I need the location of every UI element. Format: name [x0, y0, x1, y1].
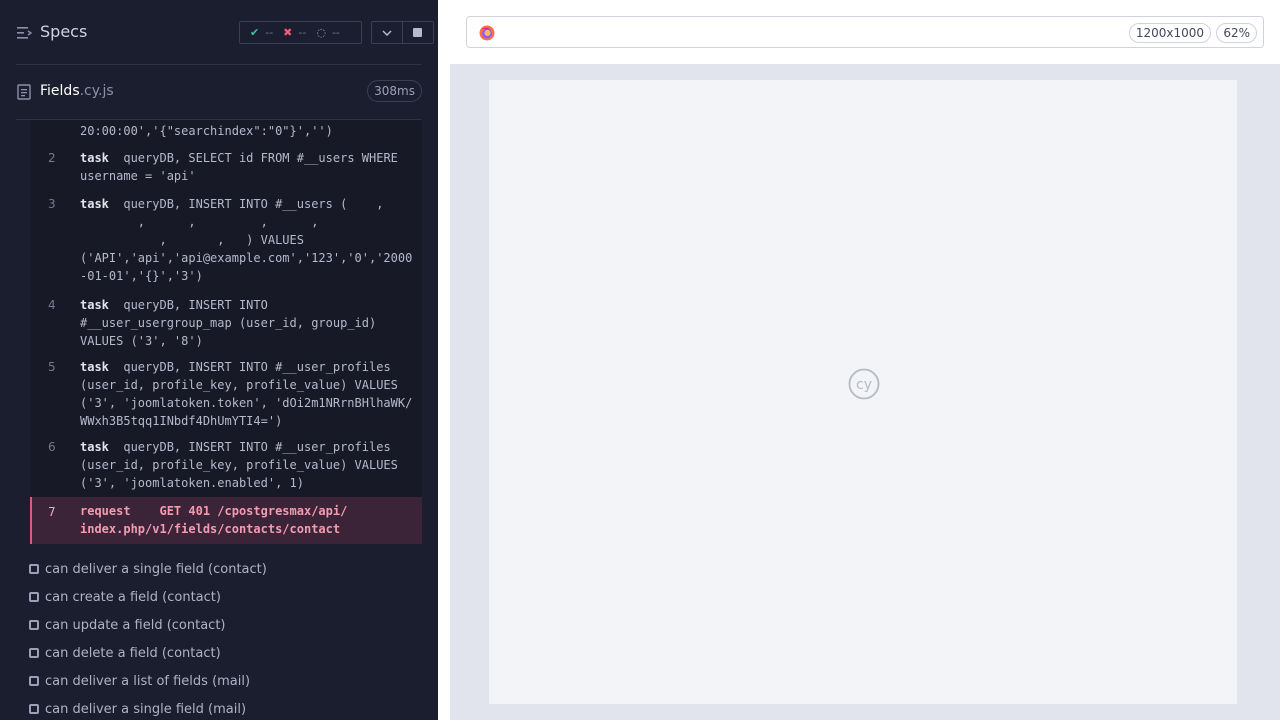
failed-command-row[interactable]: 7 request GET 401 /cpostgresmax/api/ ind… — [30, 497, 422, 544]
run-stats: ✔ -- ✖ -- ◌ -- — [239, 21, 362, 44]
pending-test-icon — [29, 648, 39, 658]
command-message: queryDB, INSERT INTO #__user_profiles (u… — [80, 360, 413, 428]
test-item[interactable]: can deliver a single field (contact) — [29, 559, 267, 579]
url-bar[interactable]: 1200x1000 62% — [466, 16, 1264, 48]
stop-icon — [413, 28, 423, 37]
command-text: task queryDB, INSERT INTO #__users ( , ,… — [80, 195, 420, 285]
command-message: queryDB, INSERT INTO #__user_usergroup_m… — [80, 298, 377, 348]
command-message: queryDB, SELECT id FROM #__users WHERE u… — [80, 151, 398, 183]
command-number: 6 — [48, 440, 56, 454]
spec-file-name: Fields.cy.js — [40, 83, 114, 99]
command-message: queryDB, INSERT INTO #__user_profiles (u… — [80, 440, 398, 490]
specs-list-icon[interactable] — [17, 26, 32, 40]
svg-text:cy: cy — [856, 377, 872, 393]
command-keyword: task — [80, 298, 109, 312]
pending-test-icon — [29, 564, 39, 574]
command-text: task queryDB, SELECT id FROM #__users WH… — [80, 149, 420, 185]
aut-iframe[interactable]: cy — [489, 80, 1237, 704]
spec-file-row[interactable]: Fields.cy.js 308ms — [0, 65, 438, 119]
viewport-size-badge[interactable]: 1200x1000 — [1128, 23, 1211, 43]
command-keyword: request — [80, 504, 131, 518]
test-item[interactable]: can update a field (contact) — [29, 615, 226, 635]
cross-icon: ✖ — [283, 26, 293, 39]
reporter-header: Specs ✔ -- ✖ -- ◌ -- — [0, 0, 438, 64]
pending-stat: ◌ -- — [316, 26, 340, 39]
panel-divider[interactable] — [438, 64, 450, 720]
test-item[interactable]: can deliver a single field (mail) — [29, 699, 246, 719]
command-text: task queryDB, INSERT INTO #__user_profil… — [80, 358, 420, 430]
test-title: can delete a field (contact) — [45, 645, 221, 661]
reporter-panel: Specs ✔ -- ✖ -- ◌ -- Fields.cy.js 308ms … — [0, 0, 438, 720]
spec-name-text: Fields — [40, 83, 80, 99]
command-message: queryDB, INSERT INTO #__users ( , , , , … — [80, 197, 413, 283]
command-text: request GET 401 /cpostgresmax/api/ index… — [80, 502, 420, 538]
command-keyword: task — [80, 440, 109, 454]
aut-panel: 1200x1000 62% cy — [438, 0, 1280, 720]
command-keyword: task — [80, 197, 109, 211]
firefox-icon[interactable] — [479, 25, 495, 41]
specs-title[interactable]: Specs — [40, 22, 87, 41]
test-title: can deliver a single field (mail) — [45, 701, 247, 717]
command-text: 20:00:00','{"searchindex":"0"}','') — [80, 122, 420, 140]
test-title: can deliver a list of fields (mail) — [45, 673, 251, 689]
passed-stat: ✔ -- — [250, 26, 273, 39]
check-icon: ✔ — [250, 26, 260, 39]
failed-count: -- — [298, 26, 307, 39]
command-number: 7 — [48, 505, 56, 519]
pending-test-icon — [29, 620, 39, 630]
duration-badge: 308ms — [367, 80, 422, 102]
command-text: task queryDB, INSERT INTO #__user_usergr… — [80, 296, 420, 350]
test-title: can create a field (contact) — [45, 589, 221, 605]
stop-button[interactable] — [403, 22, 433, 43]
command-keyword: task — [80, 151, 109, 165]
failed-stat: ✖ -- — [283, 26, 306, 39]
command-number: 5 — [48, 360, 56, 374]
passed-count: -- — [265, 26, 274, 39]
pending-test-icon — [29, 704, 39, 714]
command-log[interactable]: 20:00:00','{"searchindex":"0"}','') 2 ta… — [30, 120, 422, 544]
expand-collapse-button[interactable] — [372, 22, 403, 43]
test-item[interactable]: can create a field (contact) — [29, 587, 221, 607]
cypress-logo-icon: cy — [848, 368, 880, 400]
command-number: 2 — [48, 151, 56, 165]
pending-count: -- — [331, 26, 340, 39]
command-message: 20:00:00','{"searchindex":"0"}','') — [80, 124, 333, 138]
command-number: 4 — [48, 298, 56, 312]
spinner-icon: ◌ — [316, 26, 326, 39]
pending-test-icon — [29, 676, 39, 686]
spec-extension: .cy.js — [79, 83, 114, 99]
command-text: task queryDB, INSERT INTO #__user_profil… — [80, 438, 420, 492]
chevron-down-icon — [382, 29, 392, 36]
test-title: can update a field (contact) — [45, 617, 226, 633]
command-number: 3 — [48, 197, 56, 211]
document-icon — [17, 84, 31, 100]
run-controls — [371, 21, 434, 44]
zoom-badge: 62% — [1216, 23, 1257, 43]
aut-toolbar: 1200x1000 62% — [438, 0, 1280, 64]
test-item[interactable]: can delete a field (contact) — [29, 643, 221, 663]
pending-test-icon — [29, 592, 39, 602]
test-item[interactable]: can deliver a list of fields (mail) — [29, 671, 250, 691]
test-title: can deliver a single field (contact) — [45, 561, 267, 577]
command-keyword: task — [80, 360, 109, 374]
